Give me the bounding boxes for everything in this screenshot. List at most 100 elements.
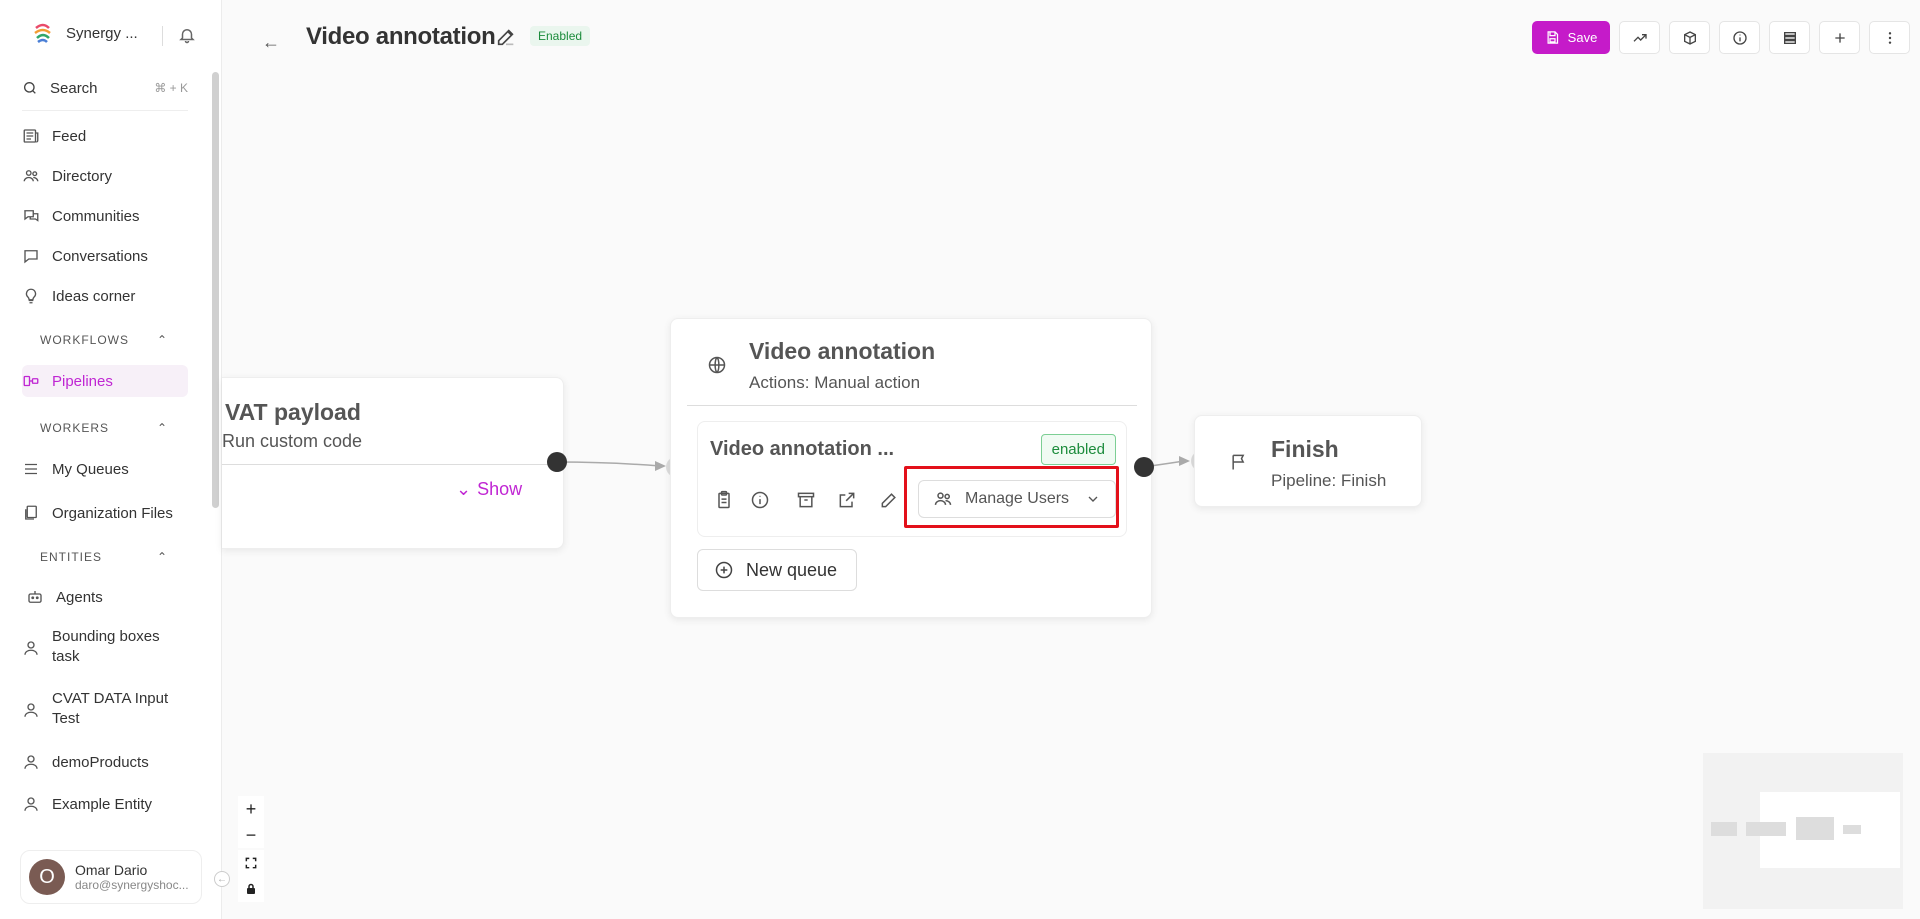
sidebar-item-example-entity[interactable]: Example Entity	[22, 788, 188, 820]
sidebar-item-feed[interactable]: Feed	[22, 120, 188, 152]
node-subtitle: Pipeline: Finish	[1271, 471, 1387, 490]
node-divider	[687, 405, 1137, 406]
more-options-button[interactable]	[1869, 21, 1910, 54]
sidebar-item-pipelines[interactable]: Pipelines	[22, 365, 188, 397]
video-output-handle[interactable]	[1134, 457, 1154, 477]
section-workflows[interactable]: WORKFLOWS ⌃	[40, 333, 168, 347]
sidebar-item-demoproducts[interactable]: demoProducts	[22, 746, 188, 778]
arrow-left-icon: ←	[217, 873, 227, 885]
finish-node[interactable]: Finish Pipeline: Finish	[1194, 415, 1422, 507]
sidebar-item-communities[interactable]: Communities	[22, 200, 188, 232]
sidebar-item-label: My Queues	[52, 460, 129, 478]
search-label: Search	[50, 79, 98, 97]
brand-divider	[162, 26, 163, 46]
user-icon	[24, 703, 38, 717]
info-icon	[1732, 30, 1747, 45]
sidebar-item-bounding-boxes-task[interactable]: Bounding boxes task	[22, 627, 188, 671]
sidebar-item-my-queues[interactable]: My Queues	[22, 453, 188, 485]
files-icon	[25, 505, 37, 520]
lock-icon	[247, 883, 255, 894]
analytics-button[interactable]	[1619, 21, 1660, 54]
avatar: O	[29, 859, 65, 895]
plus-icon	[1834, 32, 1845, 43]
cvat-payload-node[interactable]: VAT payload Run custom code ⌄ Show	[222, 377, 564, 549]
sidebar-item-label: Organization Files	[52, 504, 173, 522]
search-button[interactable]: Search ⌘ + K	[22, 76, 188, 100]
plus-circle-icon	[715, 561, 733, 579]
minimap-node	[1746, 822, 1786, 836]
trending-up-icon	[1633, 33, 1647, 42]
arrow-left-icon: ←	[262, 32, 280, 52]
section-label: WORKFLOWS	[40, 333, 129, 347]
pencil-icon[interactable]	[879, 490, 899, 510]
back-button[interactable]: ←	[262, 32, 280, 53]
user-card[interactable]: O Omar Dario daro@synergyshoc...	[20, 850, 202, 904]
external-link-icon[interactable]	[837, 490, 857, 510]
info-icon[interactable]	[750, 490, 770, 510]
manage-users-highlight	[904, 466, 1119, 528]
database-icon	[1783, 31, 1796, 44]
sidebar-item-ideas-corner[interactable]: Ideas corner	[22, 280, 188, 312]
message-icon	[24, 250, 38, 264]
lock-button[interactable]	[238, 876, 264, 902]
node-subtitle: Actions: Manual action	[749, 373, 921, 392]
page-title: Video annotation	[306, 23, 496, 50]
user-icon	[24, 641, 38, 655]
search-divider	[22, 110, 188, 111]
sidebar-item-conversations[interactable]: Conversations	[22, 240, 188, 272]
new-queue-button[interactable]: New queue	[697, 549, 857, 591]
sidebar-item-label: Pipelines	[52, 372, 113, 390]
sidebar-item-agents[interactable]: Agents	[22, 581, 188, 613]
users-icon	[23, 170, 39, 182]
sidebar: Synergy ... Search ⌘ + K Feed Directory …	[0, 0, 222, 919]
minimap[interactable]	[1703, 753, 1903, 909]
save-button[interactable]: Save	[1532, 21, 1610, 54]
list-icon	[25, 463, 37, 475]
node-title: Finish	[1271, 436, 1339, 462]
database-button[interactable]	[1769, 21, 1810, 54]
zoom-in-button[interactable]: +	[238, 796, 264, 822]
bell-icon[interactable]	[178, 26, 196, 44]
save-label: Save	[1567, 30, 1598, 45]
sidebar-item-cvat-data-input-test[interactable]: CVAT DATA Input Test	[22, 689, 188, 733]
cvat-output-handle[interactable]	[547, 452, 567, 472]
section-entities[interactable]: ENTITIES ⌃	[40, 550, 168, 564]
add-button[interactable]	[1819, 21, 1860, 54]
zoom-out-button[interactable]: −	[238, 822, 264, 848]
chevron-up-icon: ⌃	[156, 421, 168, 435]
edit-title-icon[interactable]	[495, 26, 517, 48]
chat-bubbles-icon	[24, 210, 39, 222]
newspaper-icon	[23, 129, 39, 143]
show-button[interactable]: ⌄ Show	[456, 479, 522, 500]
collapse-sidebar-button[interactable]: ←	[214, 871, 230, 887]
section-workers[interactable]: WORKERS ⌃	[40, 421, 168, 435]
brand[interactable]: Synergy ...	[30, 20, 138, 46]
node-subtitle: Run custom code	[222, 431, 363, 451]
robot-icon	[28, 591, 42, 603]
synergy-logo-icon	[34, 23, 51, 44]
new-queue-label: New queue	[746, 559, 838, 580]
search-shortcut: ⌘ + K	[154, 81, 188, 95]
node-title: VAT payload	[225, 399, 361, 425]
chevron-up-icon: ⌃	[156, 550, 168, 564]
more-vertical-icon	[1888, 31, 1891, 44]
sidebar-item-directory[interactable]: Directory	[22, 160, 188, 192]
sidebar-item-label: Communities	[52, 207, 140, 225]
queue-title: Video annotation ...	[710, 438, 895, 460]
user-name: Omar Dario	[75, 862, 148, 878]
brand-name: Synergy ...	[66, 24, 138, 42]
minus-icon: −	[245, 824, 257, 845]
package-button[interactable]	[1669, 21, 1710, 54]
edge-cvat-to-video	[556, 461, 661, 467]
status-badge: Enabled	[530, 26, 591, 46]
clipboard-icon[interactable]	[714, 490, 734, 510]
sidebar-item-organization-files[interactable]: Organization Files	[22, 497, 188, 529]
save-icon	[1547, 31, 1558, 44]
fit-view-icon	[245, 857, 257, 869]
info-button[interactable]	[1719, 21, 1760, 54]
sidebar-scrollbar[interactable]	[212, 72, 219, 508]
archive-icon[interactable]	[796, 490, 816, 510]
sidebar-item-label: Ideas corner	[52, 287, 136, 305]
fit-view-button[interactable]	[238, 850, 264, 876]
chevron-up-icon: ⌃	[156, 333, 168, 347]
